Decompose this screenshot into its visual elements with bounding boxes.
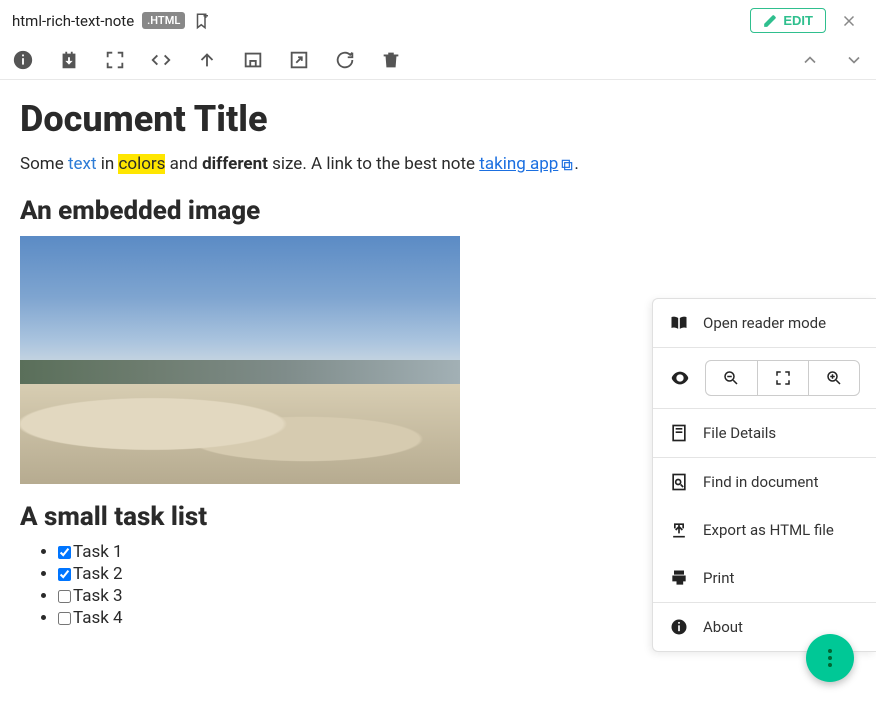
extension-badge: .HTML xyxy=(142,12,185,29)
file-details-item[interactable]: File Details xyxy=(653,408,876,457)
panel-label: Find in document xyxy=(703,473,819,491)
panel-label: Export as HTML file xyxy=(703,521,834,539)
close-icon[interactable] xyxy=(834,12,864,30)
image-heading: An embedded image xyxy=(20,196,856,226)
trash-icon[interactable] xyxy=(380,49,402,71)
zoom-group xyxy=(705,360,860,396)
clipboard-download-icon[interactable] xyxy=(58,49,80,71)
print-item[interactable]: Print xyxy=(653,554,876,602)
para-text: . xyxy=(574,154,578,174)
upload-icon[interactable] xyxy=(196,49,218,71)
chevron-up-icon[interactable] xyxy=(800,50,820,70)
para-text: and xyxy=(165,154,202,174)
zoom-in-button[interactable] xyxy=(808,361,859,395)
find-item[interactable]: Find in document xyxy=(653,457,876,506)
task-checkbox[interactable] xyxy=(58,612,71,625)
panel-label: File Details xyxy=(703,424,776,442)
header-bar: html-rich-text-note .HTML EDIT xyxy=(0,0,876,41)
task-checkbox[interactable] xyxy=(58,590,71,603)
context-panel: Open reader mode File Details Find in do… xyxy=(652,298,876,652)
eye-icon[interactable] xyxy=(669,367,691,389)
edit-label: EDIT xyxy=(783,13,813,28)
print-icon xyxy=(669,568,689,588)
document-icon xyxy=(669,423,689,443)
zoom-row xyxy=(653,347,876,408)
open-reader-item[interactable]: Open reader mode xyxy=(653,299,876,347)
embedded-image xyxy=(20,236,460,484)
book-icon xyxy=(669,313,689,333)
task-label: Task 4 xyxy=(73,608,123,628)
chevron-down-icon[interactable] xyxy=(844,50,864,70)
task-label: Task 2 xyxy=(73,564,123,584)
panel-label: Print xyxy=(703,569,734,587)
info-filled-icon xyxy=(669,617,689,637)
para-text: size. A link to the best note xyxy=(268,154,479,174)
filename: html-rich-text-note xyxy=(12,12,134,30)
colored-text: text xyxy=(68,154,97,174)
toolbar xyxy=(0,41,876,80)
bold-text: different xyxy=(202,154,268,174)
para-text: in xyxy=(97,154,119,174)
export-item[interactable]: Export as HTML file xyxy=(653,506,876,554)
edit-button[interactable]: EDIT xyxy=(750,8,826,33)
highlighted-text: colors xyxy=(118,154,165,174)
panel-label: Open reader mode xyxy=(703,314,826,332)
external-link[interactable]: taking app xyxy=(479,154,574,174)
panel-label: About xyxy=(703,618,743,636)
refresh-icon[interactable] xyxy=(334,49,356,71)
open-external-icon[interactable] xyxy=(288,49,310,71)
code-icon[interactable] xyxy=(150,49,172,71)
fab-button[interactable] xyxy=(806,634,854,682)
zoom-fit-button[interactable] xyxy=(757,361,808,395)
zoom-out-button[interactable] xyxy=(706,361,757,395)
task-label: Task 1 xyxy=(73,542,123,562)
task-label: Task 3 xyxy=(73,586,123,606)
fullscreen-icon[interactable] xyxy=(104,49,126,71)
task-checkbox[interactable] xyxy=(58,546,71,559)
info-icon[interactable] xyxy=(12,49,34,71)
bookmark-add-icon[interactable] xyxy=(193,12,211,30)
external-link-icon xyxy=(560,158,574,172)
intro-paragraph: Some text in colors and different size. … xyxy=(20,152,856,178)
more-vertical-icon xyxy=(828,649,832,667)
doc-title: Document Title xyxy=(20,98,856,140)
task-checkbox[interactable] xyxy=(58,568,71,581)
window-icon[interactable] xyxy=(242,49,264,71)
find-in-page-icon xyxy=(669,472,689,492)
para-text: Some xyxy=(20,154,68,174)
export-icon xyxy=(669,520,689,540)
link-text: taking app xyxy=(479,154,558,174)
